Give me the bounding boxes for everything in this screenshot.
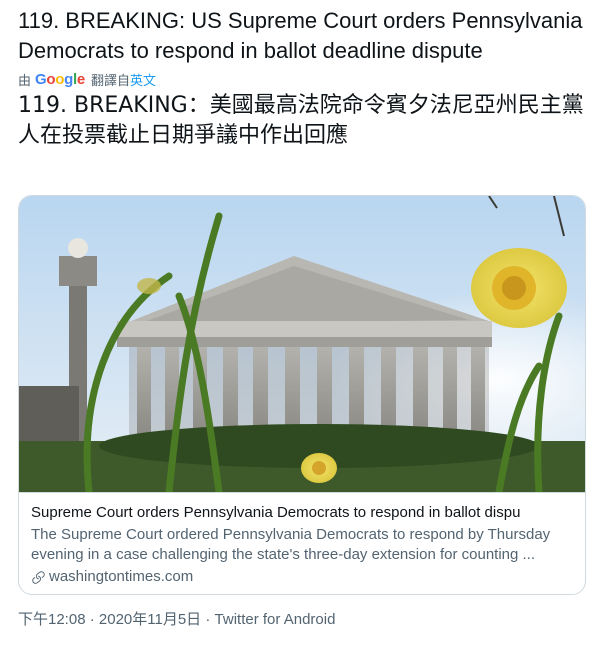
translation-attribution: 由 Google 翻譯自 英文 [18, 69, 588, 89]
tweet-text: 119. BREAKING: US Supreme Court orders P… [18, 8, 583, 63]
translated-text: 119. BREAKING：美國最高法院命令賓夕法尼亞州民主黨人在投票截止日期爭… [18, 93, 584, 148]
link-card[interactable]: Supreme Court orders Pennsylvania Democr… [18, 195, 586, 595]
meta-separator: · [205, 611, 211, 628]
meta-separator: · [89, 611, 95, 628]
google-logo: Google [35, 70, 85, 88]
translated-from-label: 翻譯自 [90, 72, 130, 88]
source-language-link[interactable]: 英文 [130, 70, 156, 89]
tweet-metadata: 下午12:08 · 2020年11月5日 · Twitter for Andro… [18, 608, 335, 629]
supreme-court-photo[interactable] [19, 196, 585, 493]
card-title[interactable]: Supreme Court orders Pennsylvania Democr… [31, 503, 576, 523]
tweet-source[interactable]: Twitter for Android [215, 611, 336, 628]
card-domain-text[interactable]: washingtontimes.com [49, 567, 193, 587]
tweet-time[interactable]: 下午12:08 [18, 611, 86, 628]
card-description: The Supreme Court ordered Pennsylvania D… [31, 526, 551, 563]
card-domain[interactable]: washingtontimes.com [31, 567, 576, 587]
translate-prefix: 由 [18, 72, 32, 88]
link-icon [32, 570, 45, 584]
tweet-date[interactable]: 2020年11月5日 [99, 611, 201, 628]
card-text[interactable]: Supreme Court orders Pennsylvania Democr… [31, 503, 576, 587]
tweet: 119. BREAKING: US Supreme Court orders P… [18, 6, 588, 628]
